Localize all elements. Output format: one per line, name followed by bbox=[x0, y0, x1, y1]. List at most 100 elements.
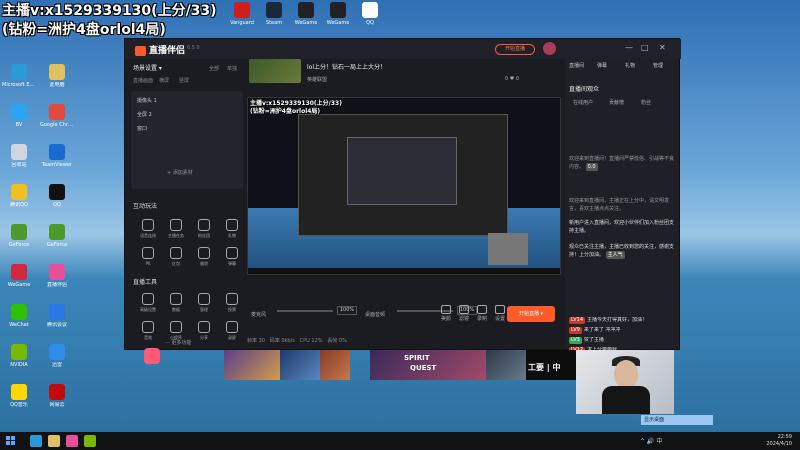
desktop-shortcut[interactable]: QQ音乐 bbox=[2, 382, 36, 418]
desktop-shortcut[interactable]: WeGame bbox=[289, 0, 323, 26]
tab-danmu[interactable]: 弹幕 bbox=[597, 62, 607, 69]
desktop-shortcut[interactable]: 直播伴侣 bbox=[40, 262, 74, 298]
tab-contribution[interactable]: 贡献榜 bbox=[609, 99, 624, 106]
app-icon bbox=[170, 321, 182, 333]
floating-app-icon[interactable] bbox=[144, 348, 160, 364]
chat-text: 来了来了 冲冲冲 bbox=[583, 327, 621, 333]
taskbar-app-icon[interactable] bbox=[66, 435, 78, 447]
tool-button-vote[interactable]: 投票 bbox=[219, 291, 245, 317]
desktop-audio-label: 桌面音频 bbox=[365, 312, 386, 318]
desktop-shortcut-label: Steam bbox=[265, 20, 283, 26]
mic-icon bbox=[142, 219, 154, 231]
tool-button-danmu[interactable]: 弹幕 bbox=[219, 245, 245, 271]
desktop-shortcut-label: Microsoft Edge bbox=[2, 82, 36, 88]
desktop-shortcut[interactable]: 回收站 bbox=[2, 142, 36, 178]
desktop-shortcut[interactable]: WeGame bbox=[321, 0, 355, 26]
go-live-button[interactable]: 开始直播 ▾ bbox=[507, 306, 555, 322]
desktop-shortcut[interactable]: WeGame bbox=[2, 262, 36, 298]
desktop-shortcut[interactable]: QQ bbox=[353, 0, 387, 26]
desktop-shortcut[interactable]: 腾讯会议 bbox=[40, 302, 74, 338]
mic-volume-slider[interactable] bbox=[277, 310, 333, 312]
tab-manage[interactable]: 管理 bbox=[653, 62, 663, 69]
tab-gifts[interactable]: 礼物 bbox=[625, 62, 635, 69]
app-name: 直播伴侣 bbox=[149, 46, 186, 56]
taskbar-clock[interactable]: 22:59 2024/4/10 bbox=[752, 434, 792, 448]
tool-button-task[interactable]: 主播任务 bbox=[163, 217, 189, 243]
desktop-shortcut[interactable]: GeForce bbox=[2, 222, 36, 258]
tool-button-settings[interactable]: 高级设置 bbox=[135, 291, 161, 317]
tab-fans[interactable]: 粉丝 bbox=[641, 99, 651, 106]
minimize-button[interactable]: — bbox=[625, 43, 633, 52]
notice-text: 欢迎来到直播间，主播正在上分中，请文明发言，喜欢主播点点关注。 bbox=[569, 198, 670, 212]
action-button[interactable]: 录制 bbox=[473, 305, 491, 322]
desktop-shortcut-label: Vanguard bbox=[230, 20, 254, 26]
add-source-button[interactable]: + 添加素材 bbox=[167, 169, 193, 176]
close-button[interactable]: ✕ bbox=[659, 43, 666, 52]
desktop-shortcut[interactable]: Microsoft Edge bbox=[2, 62, 36, 98]
maximize-button[interactable]: □ bbox=[641, 43, 649, 52]
scene-subtab-landscape[interactable]: 横屏 bbox=[159, 77, 169, 84]
scene-tab-all[interactable]: 全部 bbox=[209, 65, 219, 72]
redpack-icon bbox=[170, 247, 182, 259]
live-preview[interactable]: 主播v:x1529339130(上分/33) (钻粉=洲护4盘orlol4局) bbox=[247, 97, 561, 275]
desktop-shortcut[interactable]: Vanguard bbox=[225, 0, 259, 26]
chat-message: LV9 来了来了 冲冲冲 bbox=[569, 327, 675, 334]
banner-label-2: QUEST bbox=[410, 364, 437, 372]
source-row[interactable]: 窗口 bbox=[137, 125, 147, 132]
action-button[interactable]: 美颜 bbox=[437, 305, 455, 322]
tool-button-sound[interactable]: 音效 bbox=[135, 319, 161, 345]
system-tray[interactable]: ^ 🔊 中 bbox=[640, 436, 662, 445]
app-icon bbox=[49, 224, 65, 240]
start-stream-pill[interactable]: 开始直播 bbox=[495, 44, 535, 55]
desktop-shortcut[interactable]: NVIDIA bbox=[2, 342, 36, 378]
desktop-shortcut-label: TeamViewer bbox=[41, 162, 73, 168]
action-button[interactable]: 滤镜 bbox=[455, 305, 473, 322]
tool-button-bag[interactable]: 福袋 bbox=[191, 245, 217, 271]
avatar[interactable] bbox=[543, 42, 556, 55]
desktop-shortcut[interactable]: TeamViewer bbox=[40, 142, 74, 178]
desktop-shortcut[interactable]: 迅雷 bbox=[40, 342, 74, 378]
desktop-shortcut[interactable]: 网易云 bbox=[40, 382, 74, 418]
tool-button-redpack[interactable]: 红包 bbox=[163, 245, 189, 271]
notice-item: 新用户进入直播间，欢迎小伙伴们加入粉丝团支持主播。 bbox=[569, 219, 675, 235]
taskbar-app-icon[interactable] bbox=[30, 435, 42, 447]
desktop-shortcut[interactable]: WeChat bbox=[2, 302, 36, 338]
desktop-shortcut[interactable]: BV bbox=[2, 102, 36, 138]
stream-title[interactable]: lol上分！钻石一局上上大分！ bbox=[307, 62, 386, 71]
tool-button-record[interactable]: 录屏 bbox=[219, 319, 245, 345]
taskbar-app-icon[interactable] bbox=[84, 435, 96, 447]
mic-volume-value[interactable]: 100% bbox=[337, 306, 357, 315]
desktop-shortcut[interactable]: 腾讯QQ bbox=[2, 182, 36, 218]
start-button[interactable] bbox=[6, 436, 16, 446]
desktop-shortcut[interactable]: Google Chrome bbox=[40, 102, 74, 138]
scene-tab-single[interactable]: 单独 bbox=[227, 65, 237, 72]
stream-category-tag[interactable]: 英雄联盟 bbox=[307, 76, 327, 83]
tool-button-gift[interactable]: 礼物 bbox=[219, 217, 245, 243]
tool-button-pk[interactable]: PK bbox=[135, 245, 161, 271]
status-fps: 帧率 30 bbox=[247, 338, 265, 344]
tool-button-chart[interactable]: 数据 bbox=[163, 291, 189, 317]
source-row[interactable]: 全屏 2 bbox=[137, 111, 152, 118]
action-label: 滤镜 bbox=[458, 316, 469, 322]
desktop-shortcut[interactable]: QQ bbox=[40, 182, 74, 218]
scene-header[interactable]: 场景设置 ▾ bbox=[133, 63, 162, 72]
scene-subtab-portrait[interactable]: 竖屏 bbox=[179, 77, 189, 84]
tool-button-mic[interactable]: 语音连线 bbox=[135, 217, 161, 243]
source-row[interactable]: 摄像头 1 bbox=[137, 97, 157, 104]
danmu-icon bbox=[226, 247, 238, 259]
desktop-shortcut[interactable]: Steam bbox=[257, 0, 291, 26]
cursor-tooltip: 显示桌面 bbox=[641, 415, 713, 425]
app-version: 6.5.0 bbox=[187, 45, 200, 51]
tool-button-fans[interactable]: 粉丝团 bbox=[191, 217, 217, 243]
desktop-shortcut[interactable]: 此电脑 bbox=[40, 62, 74, 98]
tool-label: PK bbox=[145, 261, 151, 266]
stream-cover-thumbnail[interactable] bbox=[249, 59, 301, 83]
tab-room[interactable]: 直播间 bbox=[569, 62, 584, 69]
more-tools-button[interactable]: ··· 更多功能 bbox=[165, 339, 191, 346]
taskbar-app-icon[interactable] bbox=[48, 435, 60, 447]
tool-button-share[interactable]: 分享 bbox=[191, 319, 217, 345]
tool-button-admin[interactable]: 管理 bbox=[191, 291, 217, 317]
tab-online-users[interactable]: 在线用户 bbox=[573, 99, 593, 106]
scene-subtab-live[interactable]: 直播画面 bbox=[133, 77, 153, 84]
desktop-shortcut[interactable]: GeForce bbox=[40, 222, 74, 258]
